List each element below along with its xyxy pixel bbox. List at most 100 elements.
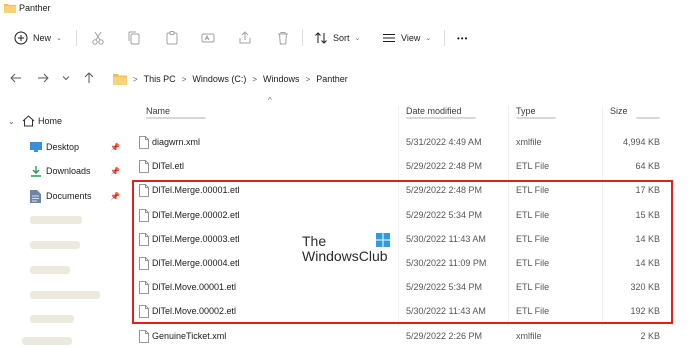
toolbar-divider [76, 30, 77, 46]
documents-icon [30, 189, 41, 203]
blurred-nav-item [30, 266, 70, 274]
view-icon [383, 34, 395, 42]
column-header-size[interactable]: Size [610, 106, 628, 116]
column-header-date[interactable]: Date modified [406, 106, 462, 116]
window-title: Panther [19, 3, 51, 13]
file-type: ETL File [516, 185, 550, 196]
file-size: 17 KB [635, 185, 660, 196]
file-type: ETL File [516, 161, 550, 172]
chevron-right-icon: > [305, 74, 311, 84]
up-arrow-icon[interactable] [81, 70, 97, 86]
windows-logo-icon [376, 233, 390, 247]
file-icon [139, 305, 149, 319]
chevron-down-icon[interactable] [58, 70, 74, 86]
partial-row [144, 117, 664, 121]
forward-arrow-icon[interactable] [35, 70, 51, 86]
file-row[interactable]: DlTel.Merge.00003.etl 5/30/2022 11:43 AM E… [134, 229, 670, 251]
file-icon [139, 136, 149, 149]
blurred-nav-item [30, 315, 74, 323]
chevron-right-icon: > [133, 74, 138, 84]
file-row[interactable]: DlTel.Move.00001.etl 5/29/2022 5:34 PM ETL… [134, 277, 670, 299]
nav-label: Desktop [46, 142, 80, 152]
file-row[interactable]: DlTel.Move.00002.etl 5/30/2022 11:43 AM ET… [134, 301, 670, 323]
file-list: ^ Name Date modified Type Size diagwrn.x… [124, 96, 700, 343]
breadcrumb-item[interactable]: Windows [263, 74, 300, 84]
breadcrumb[interactable]: > This PC > Windows (C:) > Windows > Pan… [107, 66, 700, 92]
blurred-nav-item [30, 216, 82, 224]
file-date: 5/30/2022 11:43 AM [406, 233, 486, 244]
chevron-right-icon: > [181, 74, 187, 84]
file-size: 4,994 KB [622, 137, 660, 147]
desktop-icon [30, 142, 42, 152]
column-header-name[interactable]: Name [146, 106, 170, 116]
file-icon [139, 208, 149, 222]
file-row[interactable]: GenuineTicket.xml 5/29/2022 2:26 PM xmlfil… [134, 326, 670, 348]
file-icon [139, 184, 149, 198]
copy-icon[interactable] [126, 30, 142, 46]
chevron-down-icon: ⌄ [8, 116, 15, 126]
folder-icon [113, 74, 127, 85]
file-name: GenuineTicket.xml [152, 330, 227, 341]
nav-item-home[interactable]: ⌄ Home [0, 110, 124, 132]
file-name: DlTel.Merge.00002.etl [152, 209, 240, 220]
delete-icon[interactable] [275, 30, 291, 46]
column-header-type[interactable]: Type [516, 106, 536, 116]
new-button[interactable]: New ⌄ [14, 28, 62, 48]
breadcrumb-item[interactable]: This PC [144, 74, 176, 84]
file-size: 192 KB [630, 306, 660, 317]
breadcrumb-item[interactable]: Panther [316, 74, 348, 84]
file-size: 14 KB [635, 258, 660, 268]
nav-item-downloads[interactable]: Downloads 📌 [0, 160, 124, 182]
file-row[interactable]: DlTel.Merge.00002.etl 5/29/2022 5:34 PM ET… [134, 205, 670, 227]
watermark: The WindowsClub [302, 233, 398, 269]
chevron-down-icon: ⌄ [425, 35, 432, 42]
pin-icon[interactable]: 📌 [110, 143, 120, 152]
sort-button[interactable]: Sort ⌄ [314, 28, 360, 48]
home-icon [22, 115, 35, 127]
file-type: ETL File [516, 233, 550, 244]
nav-item-desktop[interactable]: Desktop 📌 [0, 136, 124, 158]
file-type: ETL File [516, 209, 550, 220]
back-arrow-icon[interactable] [8, 70, 24, 86]
breadcrumb-item[interactable]: Windows (C:) [192, 74, 246, 84]
sort-icon [315, 32, 327, 44]
file-name: diagwrn.xml [152, 137, 201, 147]
file-size: 320 KB [630, 282, 660, 293]
file-size: 14 KB [635, 233, 660, 244]
file-row[interactable]: DlTel.etl 5/29/2022 2:48 PM ETL File 64 KB [134, 156, 670, 178]
file-icon [139, 281, 149, 295]
file-name: DlTel.Merge.00003.etl [152, 233, 240, 244]
file-name: DlTel.Merge.00001.etl [152, 185, 240, 196]
rename-icon[interactable] [200, 30, 216, 46]
command-bar: New ⌄ Sort ⌄ View ⌄ ••• [0, 20, 700, 56]
watermark-line2: WindowsClub [302, 248, 388, 264]
sort-ascending-icon: ^ [268, 96, 272, 105]
plus-icon [14, 31, 28, 45]
view-button[interactable]: View ⌄ [382, 28, 431, 48]
file-type: ETL File [516, 258, 550, 268]
file-size: 2 KB [640, 330, 660, 341]
pin-icon[interactable]: 📌 [110, 192, 120, 201]
pin-icon[interactable]: 📌 [110, 167, 120, 176]
file-row[interactable]: DlTel.Merge.00004.etl 5/30/2022 11:09 PM E… [134, 253, 670, 275]
toolbar-divider [302, 30, 303, 46]
cut-icon[interactable] [90, 30, 106, 46]
more-options-button[interactable]: ••• [457, 28, 468, 48]
nav-item-documents[interactable]: Documents 📌 [0, 185, 124, 207]
file-row[interactable]: diagwrn.xml 5/31/2022 4:49 AM xmlfile 4,994… [134, 132, 670, 154]
file-name: DlTel.Merge.00004.etl [152, 258, 240, 268]
share-icon[interactable] [237, 30, 253, 46]
file-date: 5/29/2022 2:48 PM [406, 185, 483, 196]
file-type: ETL File [516, 306, 550, 317]
file-date: 5/31/2022 4:49 AM [406, 137, 482, 147]
paste-icon[interactable] [164, 30, 180, 46]
view-label: View [401, 33, 421, 43]
file-name: DlTel.etl [152, 161, 185, 172]
blurred-nav-item [22, 337, 72, 345]
chevron-down-icon: ⌄ [354, 35, 361, 42]
file-row[interactable]: DlTel.Merge.00001.etl 5/29/2022 2:48 PM ET… [134, 180, 670, 202]
chevron-right-icon: > [252, 74, 258, 84]
more-label: ••• [457, 33, 469, 43]
file-name: DlTel.Move.00002.etl [152, 306, 237, 317]
file-type: xmlfile [516, 330, 542, 341]
